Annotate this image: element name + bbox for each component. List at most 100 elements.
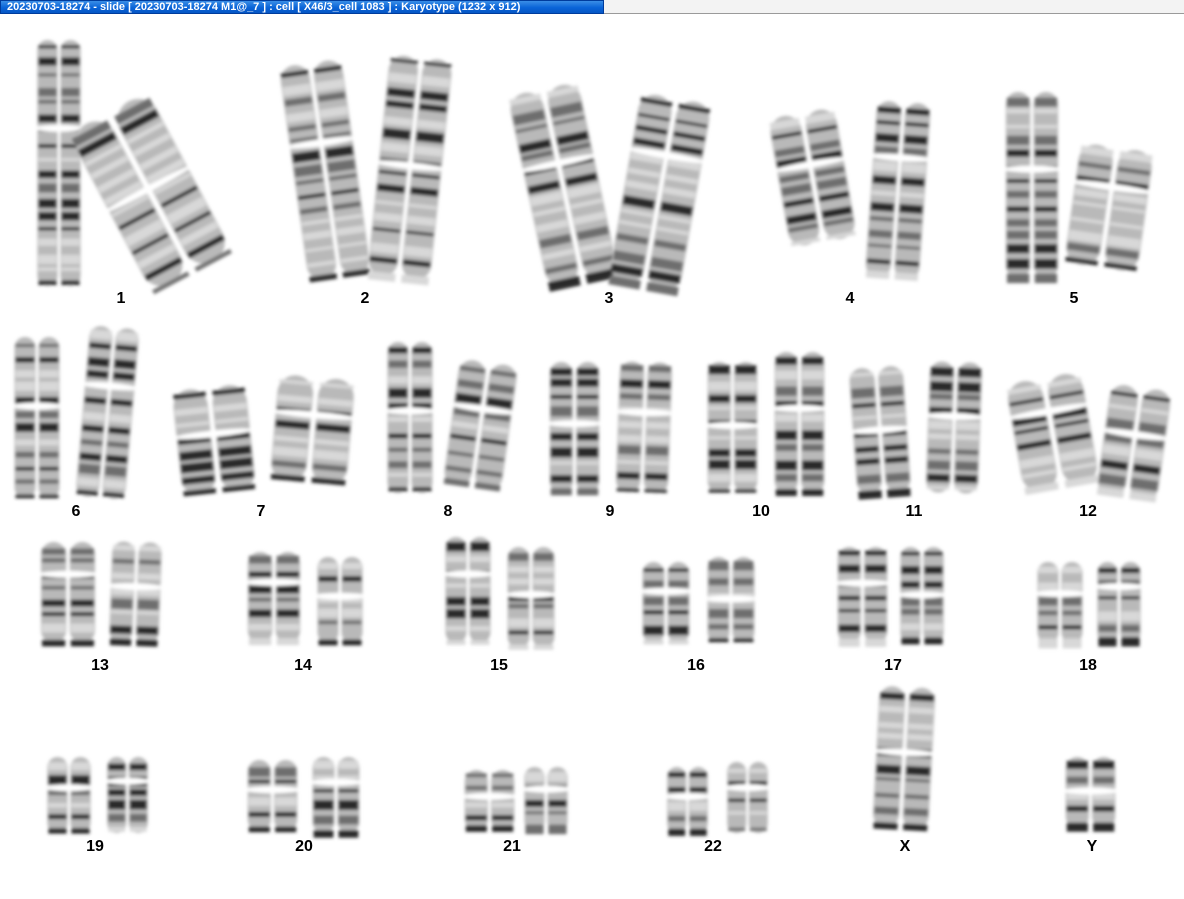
- chromosome-22-2[interactable]: [725, 760, 770, 835]
- chromosome-band: [114, 359, 136, 370]
- chromosome-band: [70, 623, 94, 633]
- chromosome-5-1[interactable]: [1003, 90, 1061, 284]
- chromosome-3-1[interactable]: [503, 79, 623, 292]
- chromosome-19-1[interactable]: [45, 755, 93, 835]
- chromosome-band: [388, 461, 408, 469]
- chromosome-20-1[interactable]: [245, 758, 300, 833]
- chromosome-band: [109, 638, 132, 646]
- karyotype-canvas[interactable]: 1 2 3 4 5 6 7 8 9 10 11 12 13 14 15 16 17 18 19 20 21 22 X Y: [0, 14, 1184, 899]
- chromosome-21-1[interactable]: [462, 768, 517, 833]
- chromosome-band: [577, 432, 599, 441]
- chromosome-2-1[interactable]: [275, 56, 375, 284]
- chromosome-band: [78, 463, 101, 475]
- chromosome-band: [446, 541, 466, 552]
- chromosome-pair-label: 6: [71, 503, 81, 520]
- chromosome-band: [104, 465, 127, 478]
- chromosome-16-1[interactable]: [640, 560, 692, 645]
- chromosome-22-1[interactable]: [665, 765, 710, 836]
- chromosome-10-1[interactable]: [705, 360, 760, 495]
- chromosome-6-2[interactable]: [72, 323, 142, 502]
- chromosome-15-2[interactable]: [505, 545, 557, 650]
- chromosome-band: [901, 551, 920, 556]
- chromosome-4-2[interactable]: [862, 98, 934, 282]
- chromosome-18-1[interactable]: [1035, 560, 1085, 649]
- chromosome-band: [338, 830, 359, 838]
- chromosome-8-2[interactable]: [439, 356, 521, 494]
- chromosome-6-1[interactable]: [12, 335, 62, 500]
- chromosome-16-2[interactable]: [705, 555, 757, 645]
- chromosome-band: [775, 474, 797, 482]
- chromosome-band: [550, 378, 572, 387]
- chromosome-pair-label: 20: [295, 838, 313, 855]
- chromosome-1-2[interactable]: [62, 87, 237, 297]
- chromosome-5-2[interactable]: [1060, 140, 1159, 275]
- chromosome-19-2[interactable]: [105, 755, 150, 835]
- chromosome-3-2[interactable]: [604, 90, 717, 297]
- chromosome-14-1[interactable]: [245, 550, 303, 646]
- chromosome-band: [508, 630, 529, 635]
- chromosome-20-2[interactable]: [310, 755, 362, 838]
- chromosome-9-2[interactable]: [613, 359, 676, 496]
- chromosome-band: [129, 789, 147, 796]
- chromatid: [37, 40, 58, 286]
- chromosome-14-2[interactable]: [315, 555, 365, 646]
- chromosome-13-2[interactable]: [106, 539, 165, 647]
- chromosome-7-2[interactable]: [265, 372, 359, 489]
- chromosome-X-1[interactable]: [869, 683, 939, 832]
- chromosome-band: [38, 170, 57, 179]
- chromosome-11-1[interactable]: [846, 363, 915, 500]
- chromosome-band: [1066, 805, 1088, 812]
- chromosome-band: [61, 254, 80, 265]
- chromosome-band: [412, 376, 432, 384]
- chromosome-band: [1098, 596, 1117, 600]
- chromosome-18-2[interactable]: [1095, 560, 1143, 647]
- chromosome-band: [129, 763, 147, 771]
- chromosome-band: [735, 489, 757, 493]
- chromosome-drawing: [270, 375, 357, 486]
- chromosome-drawing: [1096, 385, 1171, 503]
- chromosome-band: [1062, 638, 1082, 649]
- chromosome-10-2[interactable]: [772, 350, 827, 497]
- chromosome-pair-label: 18: [1079, 657, 1097, 674]
- chromosome-band: [108, 826, 126, 832]
- chromosome-band: [901, 581, 920, 588]
- chromosome-9-1[interactable]: [547, 360, 602, 496]
- chromosome-12-1[interactable]: [1001, 368, 1105, 496]
- chromosome-band: [956, 434, 979, 441]
- chromosome-band: [508, 644, 529, 650]
- chromosome-drawing: [1003, 92, 1061, 284]
- chromosome-4-1[interactable]: [764, 105, 861, 251]
- chromosome-7-1[interactable]: [167, 381, 260, 499]
- chromosome-band: [954, 474, 978, 484]
- chromosome-band: [1038, 610, 1058, 616]
- chromosome-band: [412, 433, 432, 439]
- chromosome-8-1[interactable]: [385, 340, 435, 495]
- chromosome-band: [838, 609, 860, 613]
- chromosome-1-1[interactable]: [35, 38, 83, 288]
- chromosome-13-1[interactable]: [38, 540, 98, 647]
- chromosome-21-2[interactable]: [522, 765, 570, 835]
- chromosome-15-1[interactable]: [443, 535, 493, 645]
- chromosome-band: [733, 578, 754, 586]
- chromosome-band: [70, 558, 94, 563]
- chromosome-17-1[interactable]: [835, 545, 890, 647]
- chromosome-17-2[interactable]: [898, 545, 946, 645]
- chromosome-band: [388, 487, 408, 492]
- chromosome-Y-1[interactable]: [1063, 755, 1118, 832]
- chromosome-band: [927, 473, 950, 483]
- chromosome-11-2[interactable]: [923, 359, 986, 496]
- chromosome-band: [550, 447, 572, 458]
- chromosome-band: [550, 406, 572, 417]
- chromosome-band: [668, 625, 689, 636]
- chromosome-band: [342, 562, 362, 570]
- chromosome-pair-label: 2: [360, 290, 370, 307]
- chromosome-band: [15, 439, 35, 446]
- chromosome-2-2[interactable]: [363, 52, 456, 286]
- chromosome-pair-label: 3: [604, 290, 614, 307]
- window-title-bar[interactable]: 20230703-18274 - slide [ 20230703-18274 …: [0, 0, 604, 14]
- chromosome-band: [388, 472, 408, 477]
- chromosome-pair-label: 9: [605, 503, 615, 520]
- chromosome-12-2[interactable]: [1092, 381, 1175, 504]
- chromosome-band: [924, 581, 943, 588]
- chromosome-band: [129, 813, 147, 822]
